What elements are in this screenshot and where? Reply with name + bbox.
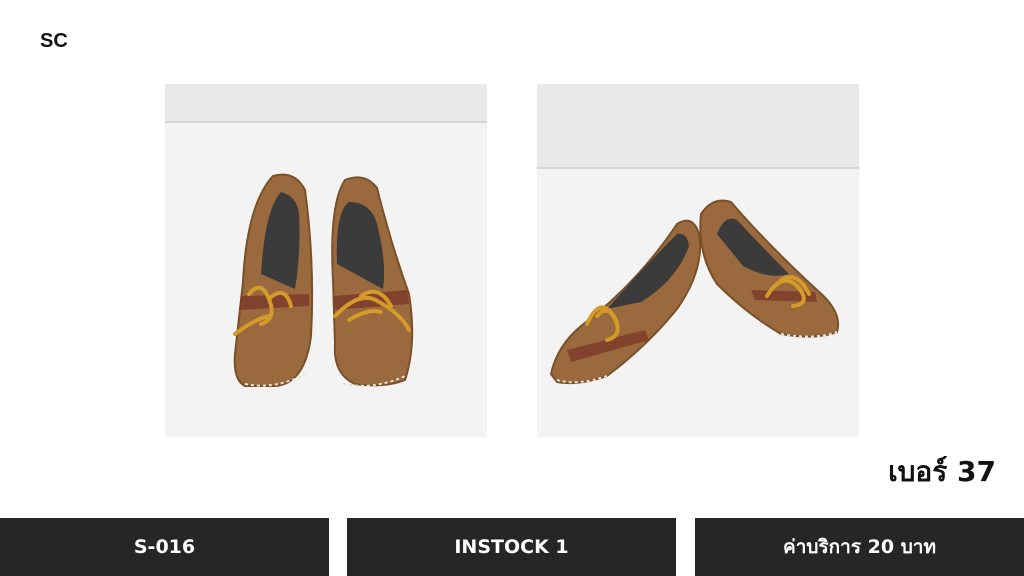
service-fee: ค่าบริการ 20 บาท xyxy=(783,536,936,558)
product-photo-angle xyxy=(537,84,859,437)
shoe-pair-front-image xyxy=(165,84,487,437)
product-code: S-016 xyxy=(133,536,196,558)
service-fee-bar: ค่าบริการ 20 บาท xyxy=(695,518,1024,576)
product-code-bar: S-016 xyxy=(0,518,329,576)
product-photo-front xyxy=(165,84,487,437)
shoe-pair-angle-image xyxy=(537,84,859,437)
stock-status: INSTOCK 1 xyxy=(454,536,569,558)
brand-logo-text: SC xyxy=(40,30,68,52)
stock-bar: INSTOCK 1 xyxy=(347,518,676,576)
shoe-size-label: เบอร์ 37 xyxy=(888,455,996,488)
